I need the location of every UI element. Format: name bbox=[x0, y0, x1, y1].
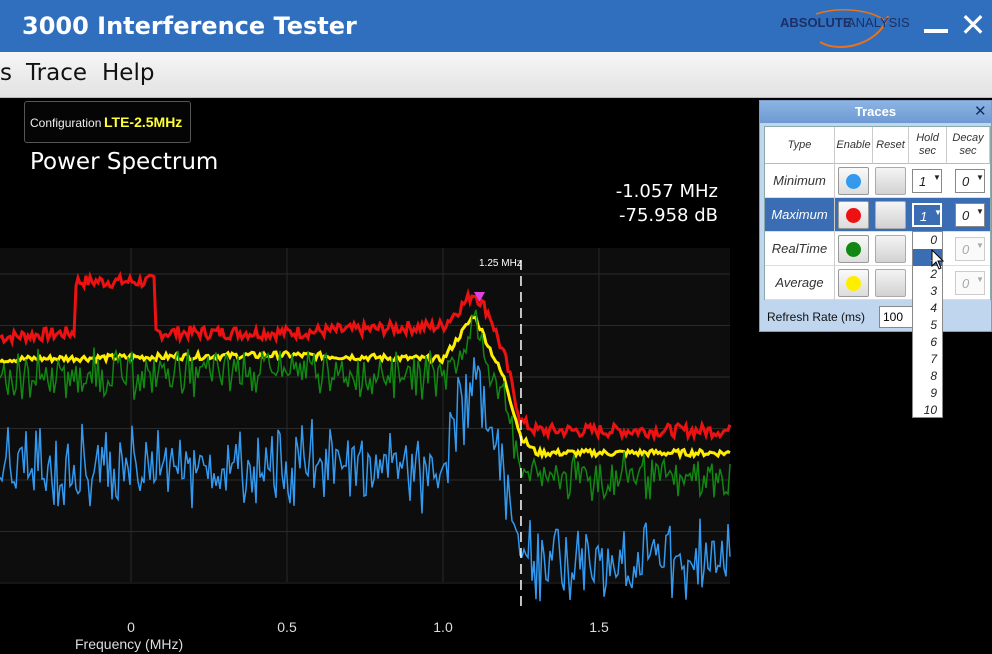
green-dot-icon bbox=[846, 242, 861, 257]
reset-realtime-button[interactable] bbox=[875, 235, 906, 263]
dropdown-option[interactable]: 9 bbox=[913, 385, 942, 402]
header-enable: Enable bbox=[835, 127, 873, 164]
dropdown-arrow-icon: ▼ bbox=[976, 207, 984, 216]
reset-maximum-button[interactable] bbox=[875, 201, 906, 229]
traces-panel: Traces ✕ Type Enable Reset Hold sec Deca… bbox=[759, 100, 992, 332]
menu-item-help[interactable]: Help bbox=[102, 60, 154, 86]
mouse-cursor-icon bbox=[931, 249, 945, 270]
trace-name: Average bbox=[765, 266, 835, 300]
refresh-rate-label: Refresh Rate (ms) bbox=[767, 310, 866, 324]
logo-text-absolute: ABSOLUTE bbox=[780, 15, 852, 30]
dropdown-arrow-icon: ▼ bbox=[976, 173, 984, 182]
decay-maximum-select[interactable]: 0 ▼ bbox=[955, 203, 985, 227]
x-axis-label: Frequency (MHz) bbox=[75, 636, 184, 652]
trace-name: RealTime bbox=[765, 232, 835, 266]
x-tick-label: 1.5 bbox=[589, 619, 609, 635]
enable-average-button[interactable] bbox=[838, 269, 869, 297]
dropdown-arrow-icon: ▼ bbox=[976, 275, 984, 284]
logo-text-analysis: ANALYSIS bbox=[847, 15, 910, 30]
dropdown-option[interactable]: 0 bbox=[913, 232, 942, 249]
x-tick-label: 1.0 bbox=[433, 619, 453, 635]
trace-name: Minimum bbox=[765, 164, 835, 198]
dropdown-option[interactable]: 7 bbox=[913, 351, 942, 368]
configuration-box[interactable]: Configuration LTE-2.5MHz bbox=[24, 101, 191, 143]
decay-value: 0 bbox=[962, 208, 970, 223]
enable-realtime-button[interactable] bbox=[838, 235, 869, 263]
header-reset: Reset bbox=[873, 127, 909, 164]
hold-value: 1 bbox=[920, 209, 928, 224]
trace-row-average[interactable]: Average 0 ▼ bbox=[765, 266, 990, 300]
spectrum-plot[interactable] bbox=[0, 248, 740, 610]
decay-value: 0 bbox=[962, 242, 970, 257]
menu-item-trace[interactable]: Trace bbox=[26, 60, 87, 86]
configuration-value: LTE-2.5MHz bbox=[104, 114, 183, 130]
marker-level-readout: -75.958 dB bbox=[619, 205, 718, 226]
x-tick-label: 0 bbox=[127, 619, 135, 635]
reset-average-button[interactable] bbox=[875, 269, 906, 297]
menu-bar: s Trace Help bbox=[0, 52, 992, 98]
minimize-icon bbox=[924, 29, 948, 33]
dropdown-arrow-icon: ▼ bbox=[934, 208, 942, 217]
enable-maximum-button[interactable] bbox=[838, 201, 869, 229]
dropdown-option[interactable]: 6 bbox=[913, 334, 942, 351]
close-icon: ✕ bbox=[959, 6, 987, 44]
dropdown-option[interactable]: 3 bbox=[913, 283, 942, 300]
dropdown-arrow-icon: ▼ bbox=[976, 241, 984, 250]
hold-minimum-select[interactable]: 1 ▼ bbox=[912, 169, 942, 193]
close-button[interactable]: ✕ bbox=[958, 8, 988, 42]
decay-average-select: 0 ▼ bbox=[955, 271, 985, 295]
absolute-analysis-logo: ABSOLUTE ANALYSIS bbox=[780, 8, 920, 48]
menu-item-s[interactable]: s bbox=[0, 60, 12, 86]
header-hold-sec: Hold sec bbox=[909, 127, 947, 164]
traces-grid: Type Enable Reset Hold sec Decay sec Min… bbox=[764, 126, 991, 300]
dropdown-option[interactable]: 8 bbox=[913, 368, 942, 385]
dropdown-option[interactable]: 5 bbox=[913, 317, 942, 334]
spectrum-title: Power Spectrum bbox=[30, 149, 219, 175]
minimize-button[interactable] bbox=[922, 14, 950, 38]
reset-minimum-button[interactable] bbox=[875, 167, 906, 195]
trace-row-minimum[interactable]: Minimum 1 ▼ 0 ▼ bbox=[765, 164, 990, 198]
decay-value: 0 bbox=[962, 174, 970, 189]
hold-value: 1 bbox=[919, 174, 927, 189]
marker-frequency-readout: -1.057 MHz bbox=[615, 181, 718, 202]
title-bar: 3000 Interference Tester ABSOLUTE ANALYS… bbox=[0, 0, 992, 52]
trace-row-realtime[interactable]: RealTime 0 ▼ bbox=[765, 232, 990, 266]
yellow-dot-icon bbox=[846, 276, 861, 291]
dropdown-arrow-icon: ▼ bbox=[933, 173, 941, 182]
traces-panel-close-icon[interactable]: ✕ bbox=[974, 102, 990, 122]
decay-minimum-select[interactable]: 0 ▼ bbox=[955, 169, 985, 193]
trace-row-maximum[interactable]: Maximum 1 ▼ 0 ▼ bbox=[765, 198, 990, 232]
traces-panel-title: Traces bbox=[760, 101, 991, 123]
blue-dot-icon bbox=[846, 174, 861, 189]
decay-value: 0 bbox=[962, 276, 970, 291]
app-title: 3000 Interference Tester bbox=[22, 12, 357, 40]
dropdown-option[interactable]: 10 bbox=[913, 402, 942, 419]
enable-minimum-button[interactable] bbox=[838, 167, 869, 195]
marker-line-label: 1.25 MHz bbox=[479, 258, 522, 269]
header-type: Type bbox=[765, 127, 835, 164]
header-decay-sec: Decay sec bbox=[947, 127, 990, 164]
decay-realtime-select: 0 ▼ bbox=[955, 237, 985, 261]
hold-maximum-select[interactable]: 1 ▼ bbox=[912, 203, 942, 227]
red-dot-icon bbox=[846, 208, 861, 223]
refresh-rate-input[interactable]: 100 bbox=[879, 306, 915, 328]
x-tick-label: 0.5 bbox=[277, 619, 297, 635]
dropdown-option[interactable]: 4 bbox=[913, 300, 942, 317]
configuration-label: Configuration bbox=[30, 116, 102, 130]
trace-name: Maximum bbox=[765, 198, 835, 232]
